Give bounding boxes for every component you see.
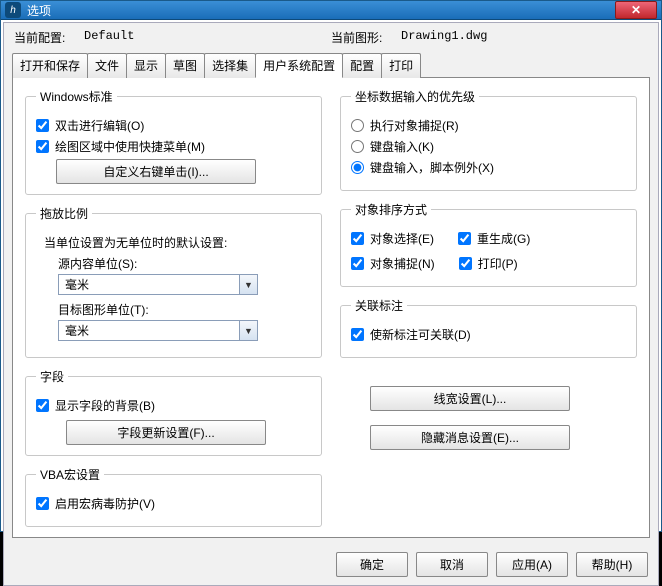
field-bg-checkbox[interactable]: 显示字段的背景(B)	[36, 397, 311, 414]
shortcut-menu-checkbox[interactable]: 绘图区域中使用快捷菜单(M)	[36, 138, 311, 155]
chevron-down-icon: ▼	[239, 275, 257, 294]
source-units-label: 源内容单位(S):	[58, 255, 311, 272]
options-window: h 选项 ✕ 当前配置: Default 当前图形: Drawing1.dwg …	[0, 0, 662, 532]
tab-files[interactable]: 文件	[87, 53, 127, 78]
drag-scale-group: 拖放比例 当单位设置为无单位时的默认设置: 源内容单位(S): 毫米 ▼ 目标图…	[25, 205, 322, 358]
shortcut-menu-input[interactable]	[36, 140, 49, 153]
info-row: 当前配置: Default 当前图形: Drawing1.dwg	[4, 23, 658, 50]
sort-regen-checkbox[interactable]: 重生成(G)	[458, 230, 530, 247]
priority-keyboard-except-input[interactable]	[351, 161, 364, 174]
sort-snap-checkbox[interactable]: 对象捕捉(N)	[351, 255, 435, 272]
dialog-body: 当前配置: Default 当前图形: Drawing1.dwg 打开和保存 文…	[3, 22, 659, 586]
windows-standard-legend: Windows标准	[36, 88, 117, 105]
source-units-combo[interactable]: 毫米 ▼	[58, 274, 258, 295]
dblclick-edit-checkbox[interactable]: 双击进行编辑(O)	[36, 117, 311, 134]
assoc-dim-group: 关联标注 使新标注可关联(D)	[340, 297, 637, 358]
window-title: 选项	[27, 2, 615, 19]
object-sort-legend: 对象排序方式	[351, 201, 431, 218]
cancel-button[interactable]: 取消	[416, 552, 488, 577]
titlebar: h 选项 ✕	[1, 1, 661, 20]
priority-osnap-input[interactable]	[351, 119, 364, 132]
sort-print-checkbox[interactable]: 打印(P)	[459, 255, 518, 272]
tab-strip: 打开和保存 文件 显示 草图 选择集 用户系统配置 配置 打印	[4, 52, 658, 77]
tab-user-preferences[interactable]: 用户系统配置	[255, 53, 343, 78]
tab-drafting[interactable]: 草图	[165, 53, 205, 78]
lineweight-button[interactable]: 线宽设置(L)...	[370, 386, 570, 411]
hidden-msg-button[interactable]: 隐藏消息设置(E)...	[370, 425, 570, 450]
object-sort-group: 对象排序方式 对象选择(E) 重生成(G)	[340, 201, 637, 287]
current-profile-label: 当前配置:	[14, 29, 84, 46]
right-column: 坐标数据输入的优先级 执行对象捕捉(R) 键盘输入(K) 键盘输入，脚本例外(X…	[340, 88, 637, 527]
sort-selection-checkbox[interactable]: 对象选择(E)	[351, 230, 434, 247]
current-profile-value: Default	[84, 29, 134, 46]
left-column: Windows标准 双击进行编辑(O) 绘图区域中使用快捷菜单(M) 自定义右键…	[25, 88, 322, 527]
close-button[interactable]: ✕	[615, 1, 657, 19]
priority-keyboard-input[interactable]	[351, 140, 364, 153]
windows-standard-group: Windows标准 双击进行编辑(O) 绘图区域中使用快捷菜单(M) 自定义右键…	[25, 88, 322, 195]
footer: 确定 取消 应用(A) 帮助(H)	[4, 546, 658, 585]
apply-button[interactable]: 应用(A)	[496, 552, 568, 577]
target-units-label: 目标图形单位(T):	[58, 301, 311, 318]
fields-legend: 字段	[36, 368, 68, 385]
current-drawing-value: Drawing1.dwg	[401, 29, 487, 46]
coord-priority-group: 坐标数据输入的优先级 执行对象捕捉(R) 键盘输入(K) 键盘输入，脚本例外(X…	[340, 88, 637, 191]
app-icon: h	[5, 2, 21, 18]
vba-group: VBA宏设置 启用宏病毒防护(V)	[25, 466, 322, 527]
tab-plot[interactable]: 打印	[381, 53, 421, 78]
coord-priority-legend: 坐标数据输入的优先级	[351, 88, 479, 105]
macro-virus-checkbox[interactable]: 启用宏病毒防护(V)	[36, 495, 311, 512]
assoc-dim-legend: 关联标注	[351, 297, 407, 314]
help-button[interactable]: 帮助(H)	[576, 552, 648, 577]
tab-profiles[interactable]: 配置	[342, 53, 382, 78]
tab-content: Windows标准 双击进行编辑(O) 绘图区域中使用快捷菜单(M) 自定义右键…	[12, 77, 650, 538]
macro-virus-input[interactable]	[36, 497, 49, 510]
field-update-button[interactable]: 字段更新设置(F)...	[66, 420, 266, 445]
chevron-down-icon: ▼	[239, 321, 257, 340]
vba-legend: VBA宏设置	[36, 466, 104, 483]
priority-keyboard-except-radio[interactable]: 键盘输入，脚本例外(X)	[351, 159, 626, 176]
priority-osnap-radio[interactable]: 执行对象捕捉(R)	[351, 117, 626, 134]
ok-button[interactable]: 确定	[336, 552, 408, 577]
tab-display[interactable]: 显示	[126, 53, 166, 78]
drag-scale-legend: 拖放比例	[36, 205, 92, 222]
current-drawing-label: 当前图形:	[331, 29, 401, 46]
tab-open-save[interactable]: 打开和保存	[12, 53, 88, 78]
scale-note: 当单位设置为无单位时的默认设置:	[44, 234, 311, 251]
custom-rclick-button[interactable]: 自定义右键单击(I)...	[56, 159, 256, 184]
fields-group: 字段 显示字段的背景(B) 字段更新设置(F)...	[25, 368, 322, 456]
field-bg-input[interactable]	[36, 399, 49, 412]
assoc-dim-checkbox[interactable]: 使新标注可关联(D)	[351, 326, 626, 343]
priority-keyboard-radio[interactable]: 键盘输入(K)	[351, 138, 626, 155]
target-units-combo[interactable]: 毫米 ▼	[58, 320, 258, 341]
dblclick-edit-input[interactable]	[36, 119, 49, 132]
tab-selection[interactable]: 选择集	[204, 53, 256, 78]
